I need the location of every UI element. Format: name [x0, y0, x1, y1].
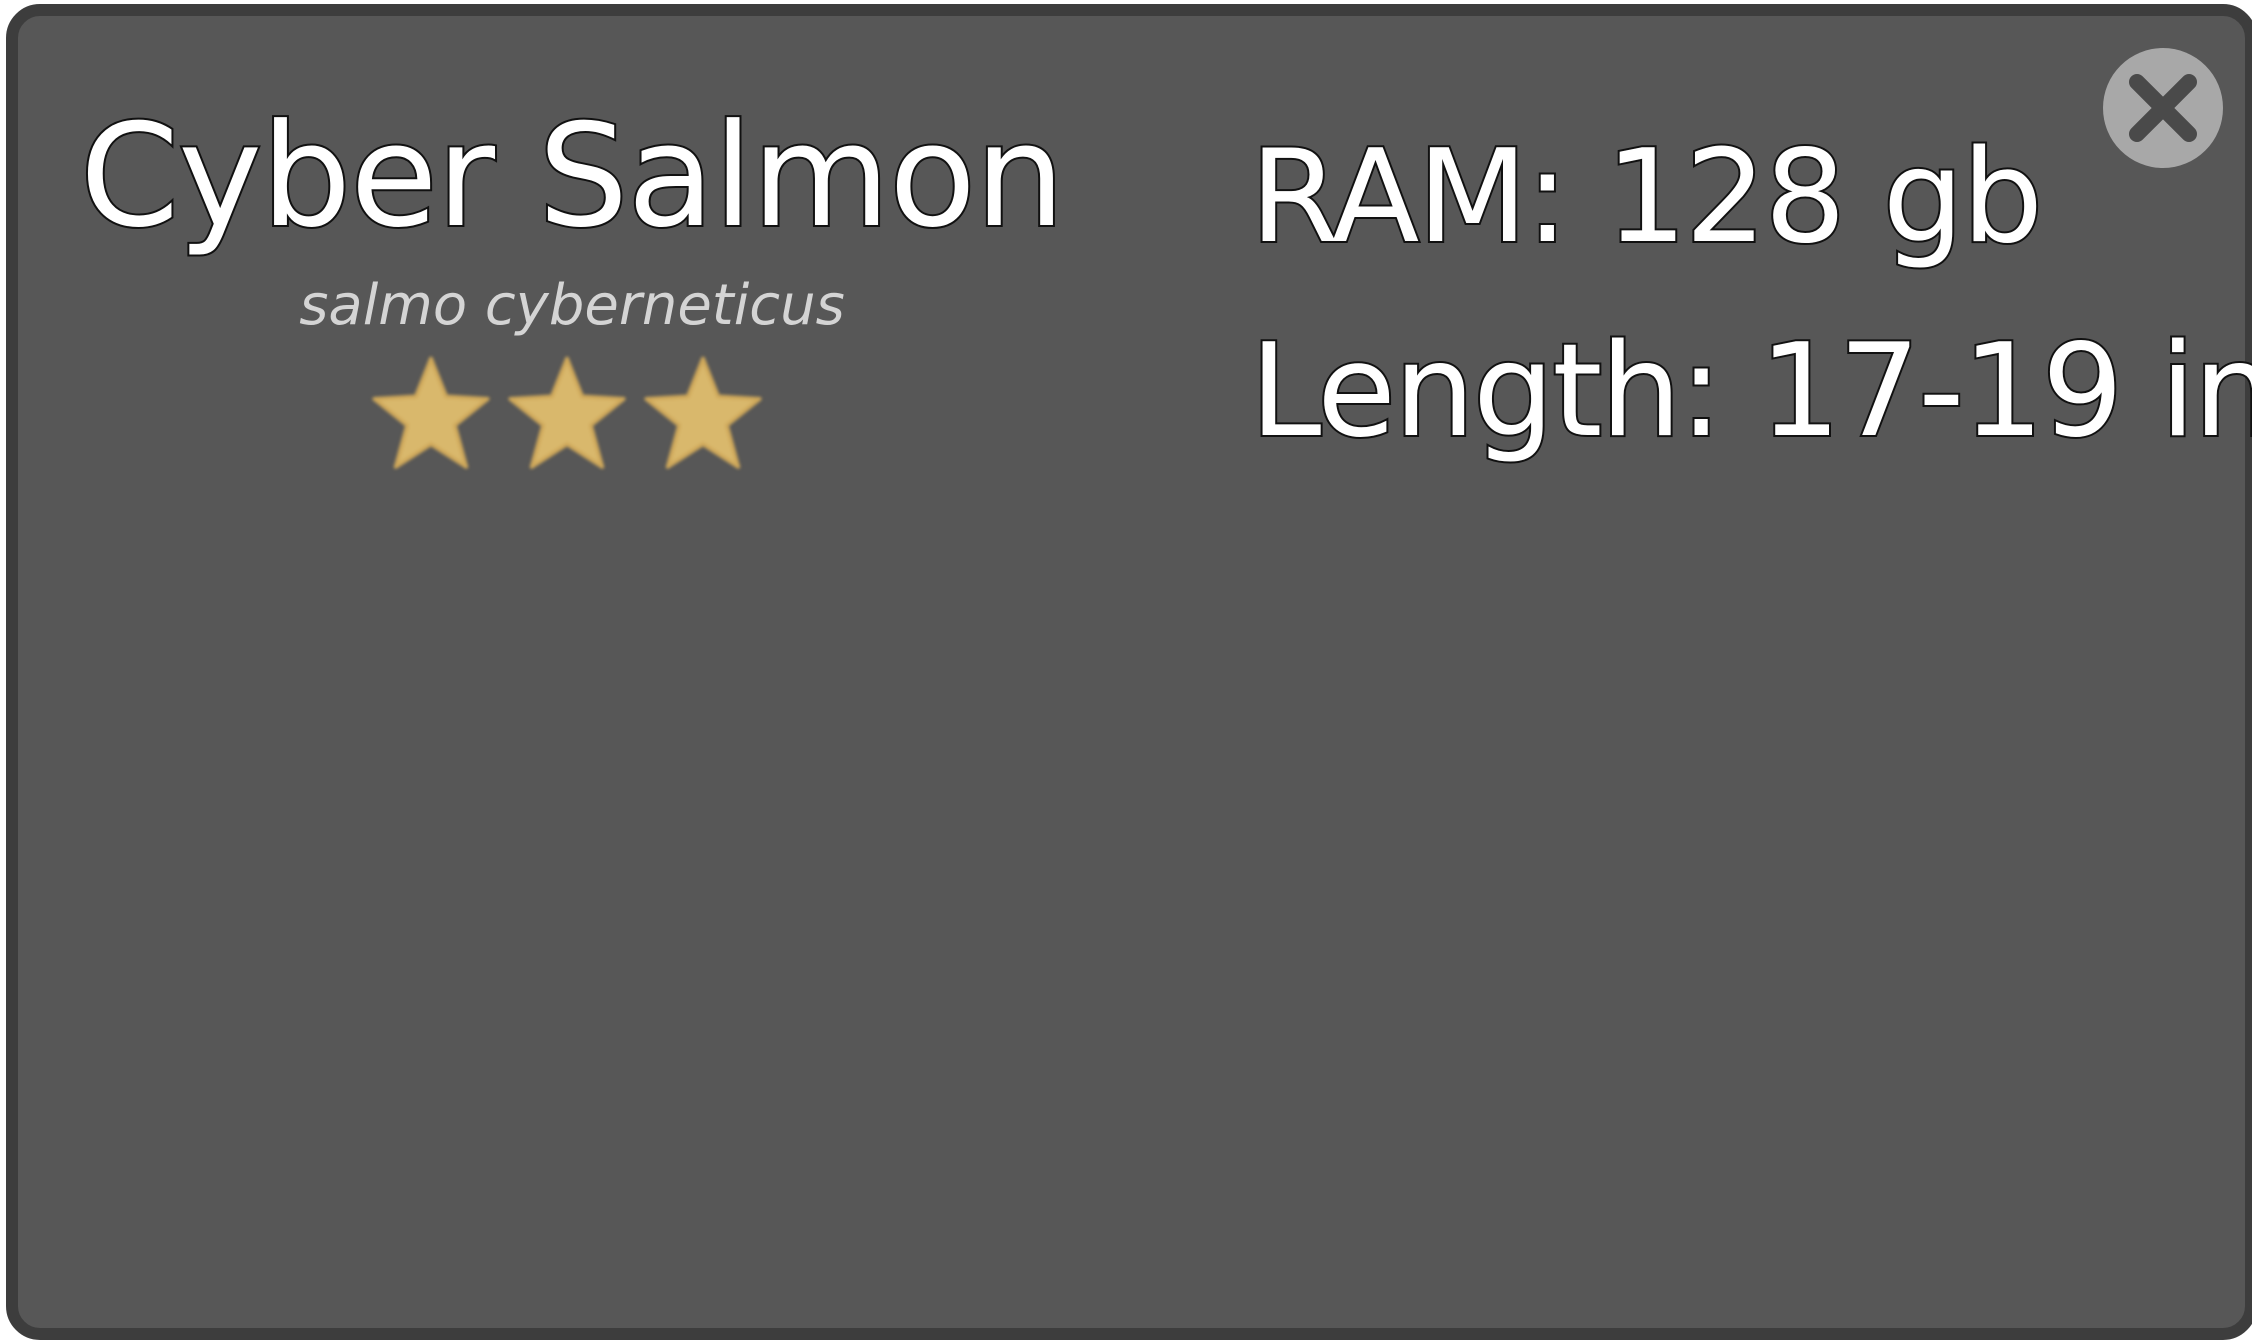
close-button[interactable] — [2103, 48, 2223, 168]
star-icon — [504, 351, 630, 477]
star-icon — [368, 351, 494, 477]
rating-stars — [368, 351, 768, 481]
ram-stat: RAM: 128 gb — [1248, 123, 2045, 272]
close-icon — [2129, 74, 2197, 142]
fish-name: Cyber Salmon — [78, 94, 1067, 259]
fish-info-card: Cyber Salmon salmo cyberneticus RAM: 128… — [6, 4, 2252, 1340]
star-icon — [640, 351, 766, 477]
length-stat: Length: 17-19 in — [1248, 317, 2252, 466]
fish-scientific-name: salmo cyberneticus — [299, 273, 845, 338]
